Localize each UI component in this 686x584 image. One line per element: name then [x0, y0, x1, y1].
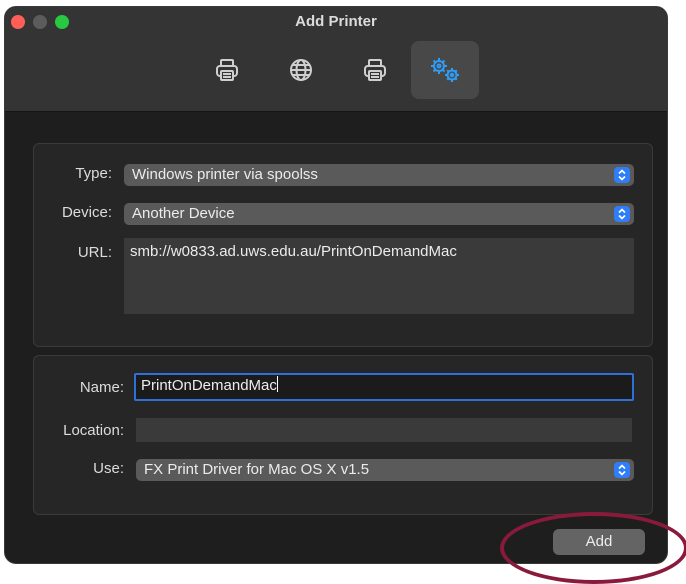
- gears-icon: [428, 56, 462, 84]
- details-group: Name: PrintOnDemandMac Location: Use: FX…: [33, 355, 653, 515]
- name-value: PrintOnDemandMac: [141, 377, 277, 394]
- chevron-updown-icon: [614, 462, 630, 478]
- device-value: Another Device: [132, 205, 235, 222]
- use-popup[interactable]: FX Print Driver for Mac OS X v1.5: [136, 459, 634, 481]
- chevron-updown-icon: [614, 167, 630, 183]
- name-field[interactable]: PrintOnDemandMac: [134, 373, 634, 401]
- use-label: Use:: [93, 460, 124, 477]
- window-title: Add Printer: [295, 13, 377, 30]
- printer-icon: [362, 57, 388, 83]
- globe-icon: [288, 57, 314, 83]
- url-label: URL:: [77, 244, 112, 261]
- connection-group: Type: Windows printer via spoolss Device…: [33, 143, 653, 347]
- titlebar: Add Printer: [5, 7, 667, 112]
- default-printers-tab[interactable]: [193, 41, 261, 99]
- name-label: Name:: [79, 379, 124, 396]
- device-popup[interactable]: Another Device: [124, 203, 634, 225]
- location-label: Location:: [63, 422, 124, 439]
- advanced-tab[interactable]: [411, 41, 479, 99]
- use-value: FX Print Driver for Mac OS X v1.5: [144, 461, 370, 478]
- url-field[interactable]: smb://w0833.ad.uws.edu.au/PrintOnDemandM…: [124, 238, 634, 314]
- text-caret: [276, 376, 278, 392]
- windows-printers-tab[interactable]: [341, 41, 409, 99]
- url-value: smb://w0833.ad.uws.edu.au/PrintOnDemandM…: [130, 243, 457, 260]
- ip-printers-tab[interactable]: [267, 41, 335, 99]
- printer-icon: [214, 57, 240, 83]
- type-value: Windows printer via spoolss: [132, 166, 318, 183]
- type-popup[interactable]: Windows printer via spoolss: [124, 164, 634, 186]
- device-label: Device:: [61, 204, 112, 221]
- type-label: Type:: [75, 165, 112, 182]
- add-button[interactable]: Add: [553, 529, 645, 555]
- add-printer-window: Add Printer Type: Windows printer via sp…: [4, 6, 668, 564]
- chevron-updown-icon: [614, 206, 630, 222]
- location-field[interactable]: [136, 418, 632, 442]
